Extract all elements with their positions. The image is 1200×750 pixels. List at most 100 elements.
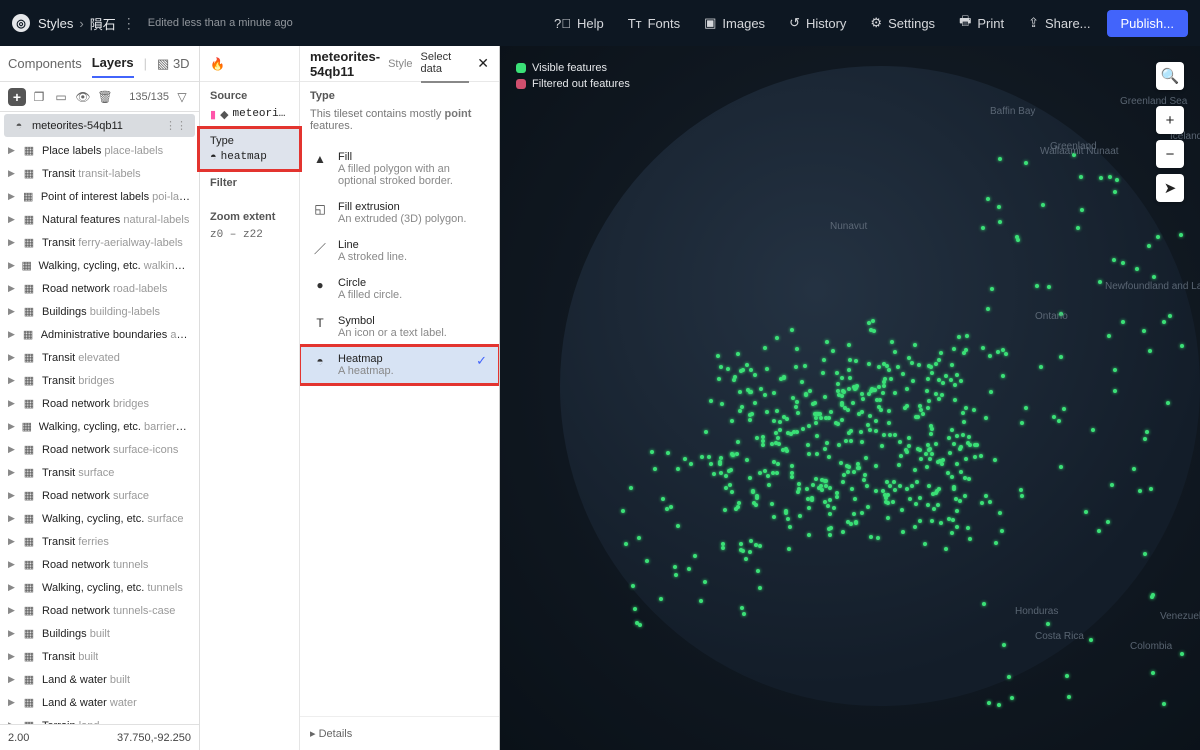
caret-icon[interactable]: ▶ <box>8 582 16 593</box>
layer-icon: ▦ <box>22 190 35 204</box>
history-link[interactable]: ↺History <box>781 9 854 37</box>
group-button[interactable]: ▭ <box>52 88 70 106</box>
settings-link[interactable]: ⚙Settings <box>862 9 943 37</box>
caret-icon[interactable]: ▶ <box>8 260 15 271</box>
layer-row[interactable]: ▶▦Natural features natural-labels <box>0 208 199 231</box>
layer-row[interactable]: ▶▦Road network tunnels <box>0 553 199 576</box>
zoom-in-button[interactable]: + <box>1156 106 1184 134</box>
layer-list[interactable]: ◓meteorites-54qb11⋮⋮▶▦Place labels place… <box>0 112 199 724</box>
type-option-line[interactable]: ／LineA stroked line. <box>300 232 499 270</box>
type-option-fill[interactable]: ▲FillA filled polygon with an optional s… <box>300 144 499 194</box>
caret-icon[interactable]: ▶ <box>8 352 16 363</box>
hide-button[interactable]: 👁 <box>74 88 92 106</box>
type-option-heatmap[interactable]: ◓HeatmapA heatmap.✓ <box>300 346 499 384</box>
type-option-circle[interactable]: ●CircleA filled circle. <box>300 270 499 308</box>
caret-icon[interactable]: ▶ <box>8 283 16 294</box>
layer-row[interactable]: ▶▦Walking, cycling, etc. tunnels <box>0 576 199 599</box>
layer-row[interactable]: ▶▦Transit transit-labels <box>0 162 199 185</box>
caret-icon[interactable]: ▶ <box>8 214 16 225</box>
zoom-extent-value[interactable]: z0 – z22 <box>210 229 289 241</box>
caret-icon[interactable]: ▶ <box>8 467 16 478</box>
layer-row[interactable]: ▶▦Road network road-labels <box>0 277 199 300</box>
kebab-menu-icon[interactable]: ⋮ <box>122 15 136 32</box>
map-canvas[interactable]: Baffin BayGreenlandGreenland SeaIcelandU… <box>500 46 1200 750</box>
layer-row[interactable]: ▶▦Road network bridges <box>0 392 199 415</box>
fonts-link[interactable]: TᴛFonts <box>620 10 688 37</box>
caret-icon[interactable]: ▶ <box>8 490 16 501</box>
details-toggle[interactable]: ▸ Details <box>300 716 499 750</box>
layer-row[interactable]: ▶▦Place labels place-labels <box>0 139 199 162</box>
layer-row[interactable]: ▶▦Road network surface-icons <box>0 438 199 461</box>
type-option-fill-extrusion[interactable]: ◱Fill extrusionAn extruded (3D) polygon. <box>300 194 499 232</box>
caret-icon[interactable]: ▶ <box>8 605 16 616</box>
layer-row[interactable]: ▶▦Transit surface <box>0 461 199 484</box>
layer-row-selected[interactable]: ◓meteorites-54qb11⋮⋮ <box>4 114 195 137</box>
section-filter-h[interactable]: Filter <box>210 177 289 189</box>
layer-row[interactable]: ▶▦Walking, cycling, etc. barriers-bridge… <box>0 415 199 438</box>
tab-select-data[interactable]: Select data <box>421 51 470 83</box>
tab-components[interactable]: Components <box>8 56 82 71</box>
caret-icon[interactable]: ▶ <box>8 191 16 202</box>
caret-icon[interactable]: ▶ <box>8 674 16 685</box>
type-option-symbol[interactable]: TSymbolAn icon or a text label. <box>300 308 499 346</box>
caret-icon[interactable]: ▶ <box>8 697 16 708</box>
close-panel-button[interactable]: ✕ <box>477 55 489 72</box>
layer-row[interactable]: ▶▦Transit ferry-aerialway-labels <box>0 231 199 254</box>
tab-layers[interactable]: Layers <box>92 55 134 78</box>
layer-row[interactable]: ▶▦Buildings built <box>0 622 199 645</box>
type-heading: Type <box>310 90 489 102</box>
coords-readout: 37.750,-92.250 <box>117 732 191 744</box>
caret-icon[interactable]: ▶ <box>8 237 16 248</box>
caret-icon[interactable]: ▶ <box>8 145 16 156</box>
publish-button[interactable]: Publish... <box>1107 10 1188 37</box>
help-link[interactable]: ?⃝Help <box>546 10 612 37</box>
add-layer-button[interactable]: + <box>8 88 26 106</box>
layer-row[interactable]: ▶▦Buildings building-labels <box>0 300 199 323</box>
layer-row[interactable]: ▶▦Terrain land <box>0 714 199 724</box>
caret-icon[interactable]: ▶ <box>8 651 16 662</box>
filter-icon[interactable]: ▽ <box>173 88 191 106</box>
layer-row[interactable]: ▶▦Transit built <box>0 645 199 668</box>
compass-button[interactable]: ➤ <box>1156 174 1184 202</box>
delete-button[interactable]: 🗑 <box>96 88 114 106</box>
layer-row[interactable]: ▶▦Administrative boundaries admin <box>0 323 199 346</box>
zoom-out-button[interactable]: − <box>1156 140 1184 168</box>
caret-icon[interactable]: ▶ <box>8 375 16 386</box>
layer-row[interactable]: ▶▦Walking, cycling, etc. walking-cycling… <box>0 254 199 277</box>
caret-icon[interactable]: ▶ <box>8 536 16 547</box>
layer-row[interactable]: ▶▦Walking, cycling, etc. surface <box>0 507 199 530</box>
heatmap-layer-icon: ◓ <box>12 119 26 133</box>
search-map-button[interactable]: 🔍 <box>1156 62 1184 90</box>
duplicate-button[interactable]: ❐ <box>30 88 48 106</box>
caret-icon[interactable]: ▶ <box>8 306 16 317</box>
app-logo[interactable]: ◎ <box>12 14 30 32</box>
layer-row[interactable]: ▶▦Transit bridges <box>0 369 199 392</box>
caret-icon[interactable]: ▶ <box>8 628 16 639</box>
images-link[interactable]: ▣Images <box>696 9 773 37</box>
tab-3d[interactable]: ▧ 3D <box>157 56 190 72</box>
layer-row[interactable]: ▶▦Land & water built <box>0 668 199 691</box>
tab-style[interactable]: Style <box>388 58 412 70</box>
layer-row[interactable]: ▶▦Transit ferries <box>0 530 199 553</box>
layer-row[interactable]: ▶▦Point of interest labels poi-labels <box>0 185 199 208</box>
layer-row[interactable]: ▶▦Road network surface <box>0 484 199 507</box>
caret-icon[interactable]: ▶ <box>8 329 16 340</box>
caret-icon[interactable]: ▶ <box>8 559 16 570</box>
caret-icon[interactable]: ▶ <box>8 513 16 524</box>
caret-icon[interactable]: ▶ <box>8 444 16 455</box>
share-link[interactable]: ⇪Share... <box>1020 9 1098 37</box>
drag-handle-icon[interactable]: ⋮⋮ <box>165 119 187 132</box>
section-type[interactable]: Type ◓heatmap <box>200 129 299 169</box>
layer-icon: ▦ <box>22 696 36 710</box>
print-link[interactable]: 🖶Print <box>951 6 1012 40</box>
breadcrumb-style-name[interactable]: 隕石 <box>90 14 116 33</box>
breadcrumb-styles[interactable]: Styles <box>38 16 73 31</box>
source-value[interactable]: ▮◆meteori… <box>210 108 289 121</box>
caret-icon[interactable]: ▶ <box>8 398 16 409</box>
layer-row[interactable]: ▶▦Road network tunnels-case <box>0 599 199 622</box>
layer-row[interactable]: ▶▦Transit elevated <box>0 346 199 369</box>
caret-icon[interactable]: ▶ <box>8 421 15 432</box>
layer-row[interactable]: ▶▦Land & water water <box>0 691 199 714</box>
caret-icon[interactable]: ▶ <box>8 168 16 179</box>
layer-editor-title[interactable]: meteorites-54qb11 <box>310 49 380 79</box>
